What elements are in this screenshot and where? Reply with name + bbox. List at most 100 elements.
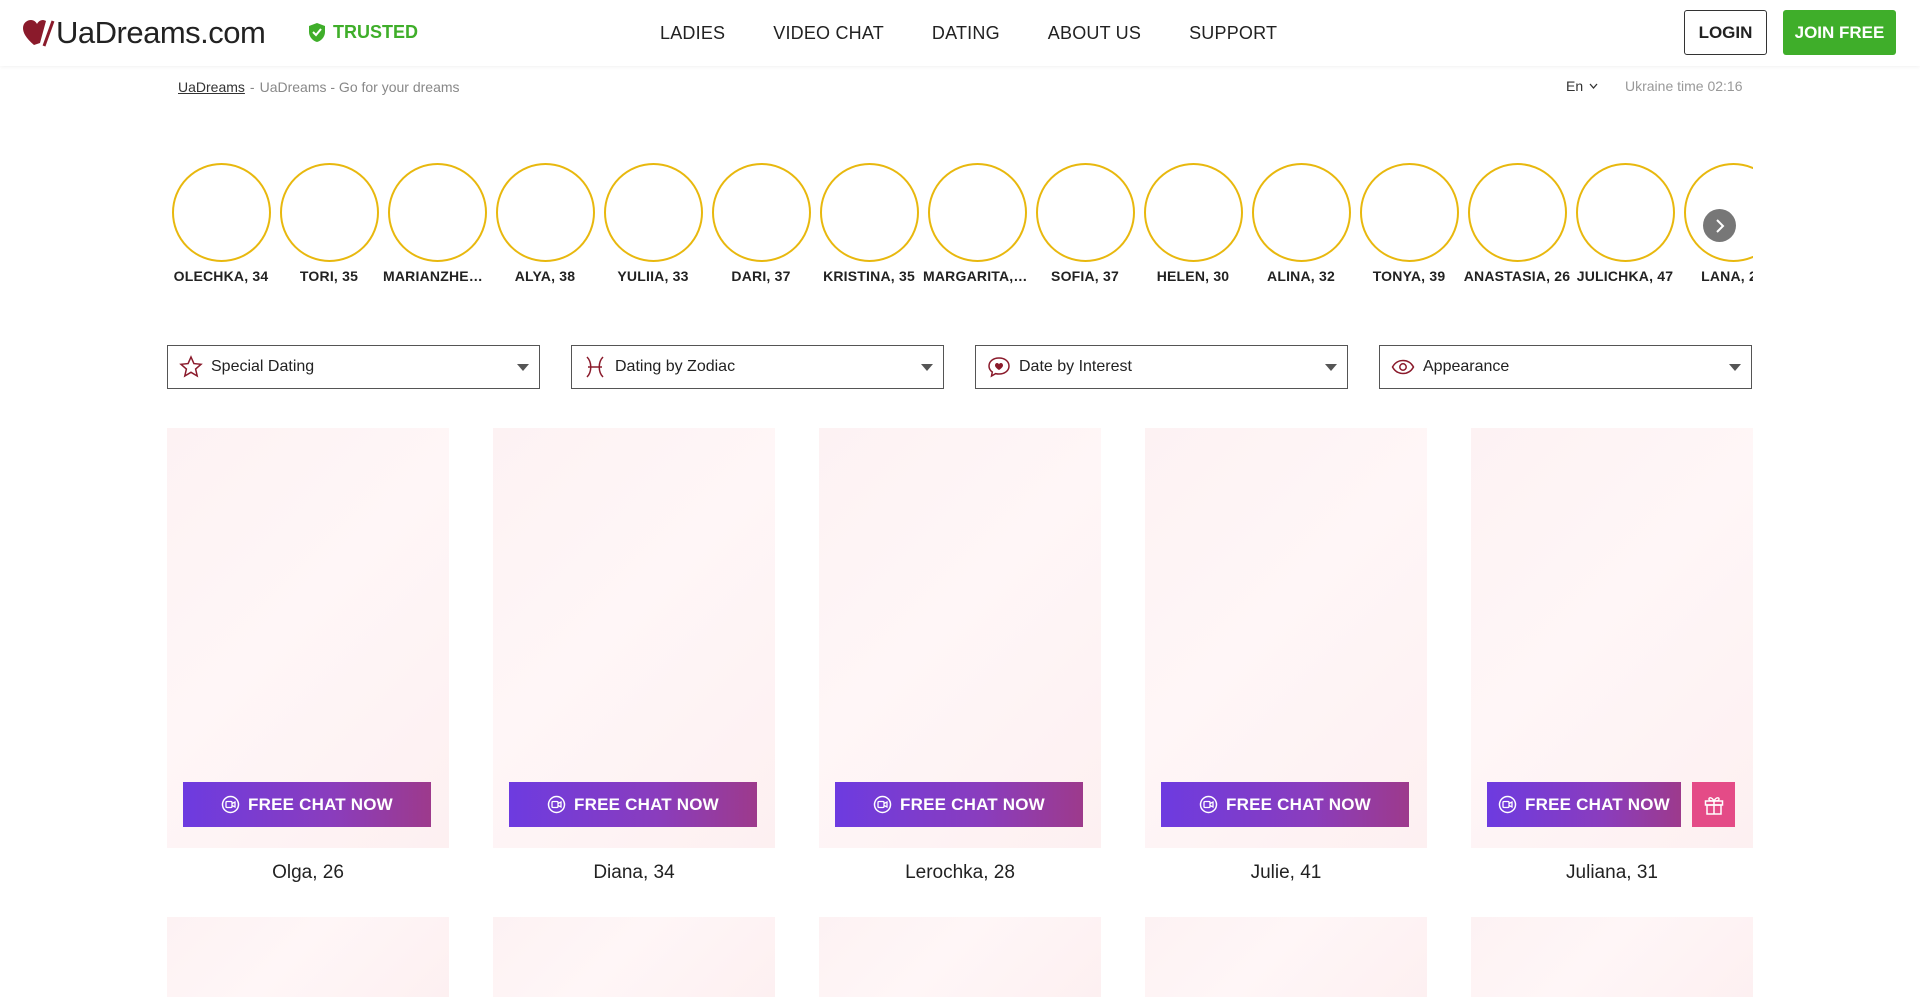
story-avatar [1144, 163, 1243, 262]
story-item[interactable]: OLECHKA, 34 [167, 163, 275, 285]
login-button[interactable]: LOGIN [1684, 10, 1767, 55]
nav-ladies[interactable]: LADIES [660, 23, 725, 44]
nav-support[interactable]: SUPPORT [1189, 23, 1277, 44]
free-chat-button[interactable]: FREE CHAT NOW [835, 782, 1083, 827]
video-chat-icon [1498, 795, 1517, 814]
story-avatar [712, 163, 811, 262]
profile-name[interactable]: Lerochka, 28 [819, 862, 1101, 884]
video-chat-icon [1199, 795, 1218, 814]
story-name: TONYA, 39 [1372, 268, 1446, 284]
story-avatar [388, 163, 487, 262]
profile-photo[interactable] [493, 917, 775, 997]
free-chat-label: FREE CHAT NOW [1226, 794, 1371, 814]
story-avatar [928, 163, 1027, 262]
story-name: ANASTASIA, 26 [1463, 268, 1571, 284]
story-avatar [820, 163, 919, 262]
profile-name[interactable]: Olga, 26 [167, 862, 449, 884]
story-item[interactable]: SOFIA, 37 [1031, 163, 1139, 285]
free-chat-label: FREE CHAT NOW [1525, 794, 1670, 814]
video-chat-icon [221, 795, 240, 814]
nav-dating[interactable]: DATING [932, 23, 1000, 44]
gift-icon [1704, 796, 1723, 815]
heart-bubble-icon [986, 354, 1012, 380]
profile-photo[interactable] [167, 917, 449, 997]
language-selector[interactable]: En [1566, 78, 1598, 94]
profile-photo[interactable] [819, 917, 1101, 997]
main-nav: LADIES VIDEO CHAT DATING ABOUT US SUPPOR… [660, 23, 1277, 44]
logo-text: UaDreams.com [56, 15, 266, 50]
story-avatar [1036, 163, 1135, 262]
dropdown-caret-icon [1729, 364, 1741, 371]
free-chat-button[interactable]: FREE CHAT NOW [1161, 782, 1409, 827]
profile-name[interactable]: Julie, 41 [1145, 862, 1427, 884]
free-chat-label: FREE CHAT NOW [574, 794, 719, 814]
filter-special-dating[interactable]: Special Dating [167, 345, 540, 389]
story-item[interactable]: MARIANZHELIKA, 43 [383, 163, 491, 285]
story-item[interactable]: TONYA, 39 [1355, 163, 1463, 285]
free-chat-button[interactable]: FREE CHAT NOW [509, 782, 757, 827]
story-name: MARGARITA, 32 [923, 268, 1031, 284]
chevron-right-icon [1715, 218, 1724, 233]
heart-logo-icon [23, 20, 55, 47]
story-avatar [280, 163, 379, 262]
story-item[interactable]: KRISTINA, 35 [815, 163, 923, 285]
ukraine-time: Ukraine time 02:16 [1625, 78, 1743, 94]
story-item[interactable]: ALYA, 38 [491, 163, 599, 285]
story-name: ALYA, 38 [514, 268, 576, 284]
story-item[interactable]: HELEN, 30 [1139, 163, 1247, 285]
site-logo[interactable]: UaDreams.com [22, 14, 266, 52]
profile-card[interactable]: FREE CHAT NOW Diana, 34 [493, 428, 775, 883]
profile-name[interactable]: Diana, 34 [493, 862, 775, 884]
story-item[interactable]: ANASTASIA, 26 [1463, 163, 1571, 285]
story-avatar [1468, 163, 1567, 262]
free-chat-button[interactable]: FREE CHAT NOW [183, 782, 431, 827]
free-chat-button[interactable]: FREE CHAT NOW [1487, 782, 1681, 827]
language-label: En [1566, 78, 1584, 94]
breadcrumb-home-link[interactable]: UaDreams [178, 79, 245, 95]
story-avatar [172, 163, 271, 262]
story-name: YULIIA, 33 [617, 268, 689, 284]
story-name: LANA, 28 [1701, 268, 1753, 284]
story-name: MARIANZHELIKA, 43 [383, 268, 491, 284]
video-chat-icon [873, 795, 892, 814]
dropdown-caret-icon [921, 364, 933, 371]
send-gift-button[interactable] [1692, 782, 1735, 827]
filter-label: Appearance [1423, 358, 1510, 375]
free-chat-label: FREE CHAT NOW [248, 794, 393, 814]
filter-label: Date by Interest [1019, 358, 1132, 375]
story-avatar [1360, 163, 1459, 262]
filter-zodiac[interactable]: Dating by Zodiac [571, 345, 944, 389]
story-item[interactable]: DARI, 37 [707, 163, 815, 285]
story-avatar [1252, 163, 1351, 262]
story-item[interactable]: YULIIA, 33 [599, 163, 707, 285]
dropdown-caret-icon [517, 364, 529, 371]
nav-about-us[interactable]: ABOUT US [1048, 23, 1141, 44]
story-name: TORI, 35 [299, 268, 359, 284]
story-name: OLECHKA, 34 [173, 268, 269, 284]
story-name: JULICHKA, 47 [1576, 268, 1674, 284]
carousel-next-button[interactable] [1703, 209, 1736, 242]
profile-photo[interactable] [1471, 917, 1753, 997]
story-avatar [604, 163, 703, 262]
breadcrumb: UaDreams - UaDreams - Go for your dreams [178, 79, 460, 95]
filter-label: Special Dating [211, 358, 315, 375]
breadcrumb-current: UaDreams - Go for your dreams [259, 79, 460, 95]
profile-card[interactable]: FREE CHAT NOW Juliana, 31 [1471, 428, 1753, 883]
filter-label: Dating by Zodiac [615, 358, 736, 375]
join-free-button[interactable]: JOIN FREE [1783, 10, 1896, 55]
stories-carousel: OLECHKA, 34 TORI, 35 MARIANZHELIKA, 43 A… [167, 163, 1753, 285]
story-item[interactable]: TORI, 35 [275, 163, 383, 285]
story-item[interactable]: ALINA, 32 [1247, 163, 1355, 285]
nav-video-chat[interactable]: VIDEO CHAT [773, 23, 884, 44]
story-item[interactable]: MARGARITA, 32 [923, 163, 1031, 285]
profile-photo[interactable] [1145, 917, 1427, 997]
profile-name[interactable]: Juliana, 31 [1471, 862, 1753, 884]
story-item[interactable]: JULICHKA, 47 [1571, 163, 1679, 285]
filter-appearance[interactable]: Appearance [1379, 345, 1752, 389]
profile-card[interactable]: FREE CHAT NOW Olga, 26 [167, 428, 449, 883]
story-name: KRISTINA, 35 [823, 268, 915, 284]
free-chat-label: FREE CHAT NOW [900, 794, 1045, 814]
filter-interest[interactable]: Date by Interest [975, 345, 1348, 389]
profile-card[interactable]: FREE CHAT NOW Julie, 41 [1145, 428, 1427, 883]
profile-card[interactable]: FREE CHAT NOW Lerochka, 28 [819, 428, 1101, 883]
